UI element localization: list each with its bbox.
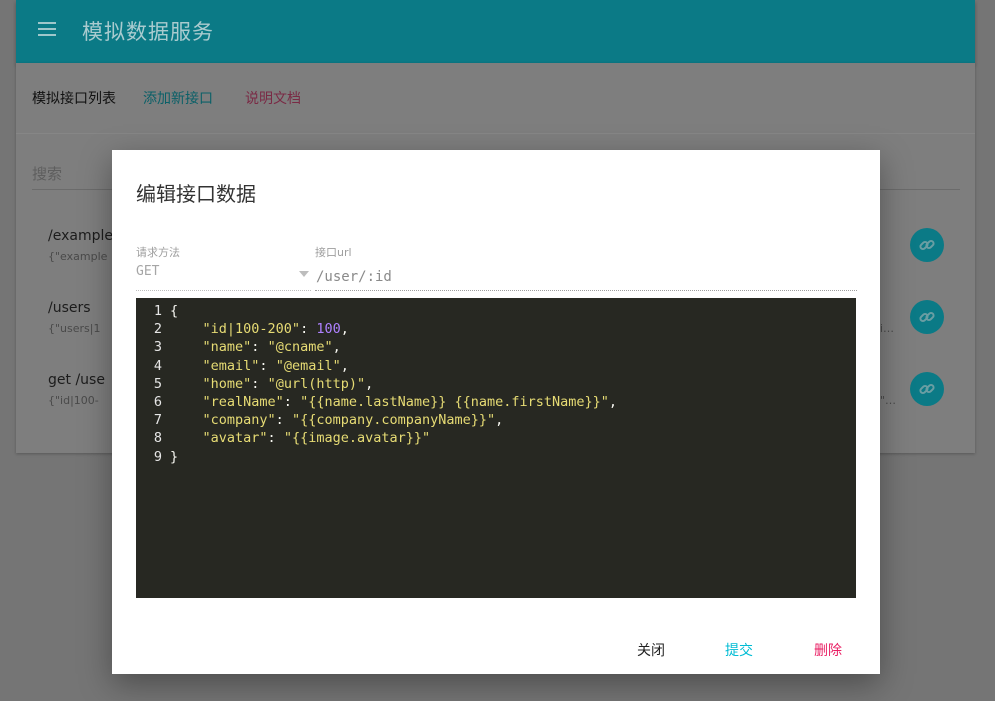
api-body-overflow: "… bbox=[880, 394, 897, 407]
tab-mock-api-list[interactable]: 模拟接口列表 bbox=[32, 88, 116, 108]
code-text: { bbox=[170, 303, 179, 319]
app-bar: 模拟数据服务 bbox=[16, 0, 975, 63]
app-title: 模拟数据服务 bbox=[82, 20, 214, 44]
code-line: 2 "id|100-200": 100, bbox=[136, 320, 856, 338]
link-button[interactable] bbox=[910, 228, 944, 262]
code-line: 6 "realName": "{{name.lastName}} {{name.… bbox=[136, 393, 856, 411]
code-text: "company": "{{company.companyName}}", bbox=[202, 412, 504, 429]
line-number: 3 bbox=[153, 339, 162, 356]
method-value: GET bbox=[136, 264, 160, 279]
line-number: 4 bbox=[153, 357, 162, 374]
code-text: "id|100-200": 100, bbox=[202, 321, 349, 338]
code-text: "realName": "{{name.lastName}} {{name.fi… bbox=[202, 393, 618, 410]
method-select[interactable]: GET bbox=[136, 264, 311, 291]
menu-icon[interactable] bbox=[38, 22, 56, 38]
code-line: 3 "name": "@cname", bbox=[136, 338, 856, 356]
line-number: 7 bbox=[153, 412, 162, 429]
line-number: 8 bbox=[153, 430, 162, 447]
method-label: 请求方法 bbox=[136, 246, 180, 259]
link-icon bbox=[919, 383, 935, 395]
code-text: "email": "@email", bbox=[202, 357, 349, 374]
code-line: 4 "email": "@email", bbox=[136, 357, 856, 375]
tab-add-new-api[interactable]: 添加新接口 bbox=[143, 88, 213, 108]
code-text: "home": "@url(http)", bbox=[202, 375, 374, 392]
link-icon bbox=[919, 239, 935, 251]
url-label: 接口url bbox=[315, 246, 352, 259]
tab-bar: 模拟接口列表 添加新接口 说明文档 bbox=[16, 63, 975, 134]
line-number: 9 bbox=[153, 448, 162, 465]
edit-api-dialog: 编辑接口数据 请求方法 GET 接口url 1{2 "id|100-200": … bbox=[112, 150, 880, 674]
link-button[interactable] bbox=[910, 372, 944, 406]
api-path: get /use bbox=[48, 372, 105, 388]
api-path: /example bbox=[48, 228, 113, 244]
url-input[interactable] bbox=[315, 264, 857, 291]
code-text: "avatar": "{{image.avatar}}" bbox=[202, 430, 431, 447]
tab-docs[interactable]: 说明文档 bbox=[245, 88, 301, 108]
dropdown-arrow-icon bbox=[299, 271, 309, 277]
api-body-overflow: i… bbox=[880, 322, 895, 335]
line-number: 2 bbox=[153, 321, 162, 338]
code-line: 8 "avatar": "{{image.avatar}}" bbox=[136, 429, 856, 447]
api-path: /users bbox=[48, 300, 91, 316]
close-button[interactable]: 关闭 bbox=[637, 640, 665, 660]
submit-button[interactable]: 提交 bbox=[725, 640, 753, 660]
line-number: 1 bbox=[153, 303, 162, 319]
code-line: 1{ bbox=[136, 302, 856, 320]
code-text: "name": "@cname", bbox=[202, 339, 341, 356]
code-text: } bbox=[170, 448, 179, 465]
code-line: 5 "home": "@url(http)", bbox=[136, 375, 856, 393]
code-line: 7 "company": "{{company.companyName}}", bbox=[136, 411, 856, 429]
code-editor[interactable]: 1{2 "id|100-200": 100, 3 "name": "@cname"… bbox=[136, 298, 856, 598]
line-number: 5 bbox=[153, 375, 162, 392]
delete-button[interactable]: 删除 bbox=[814, 640, 842, 660]
dialog-title: 编辑接口数据 bbox=[136, 182, 256, 206]
line-number: 6 bbox=[153, 393, 162, 410]
link-icon bbox=[919, 311, 935, 323]
link-button[interactable] bbox=[910, 300, 944, 334]
code-line: 9} bbox=[136, 448, 856, 466]
